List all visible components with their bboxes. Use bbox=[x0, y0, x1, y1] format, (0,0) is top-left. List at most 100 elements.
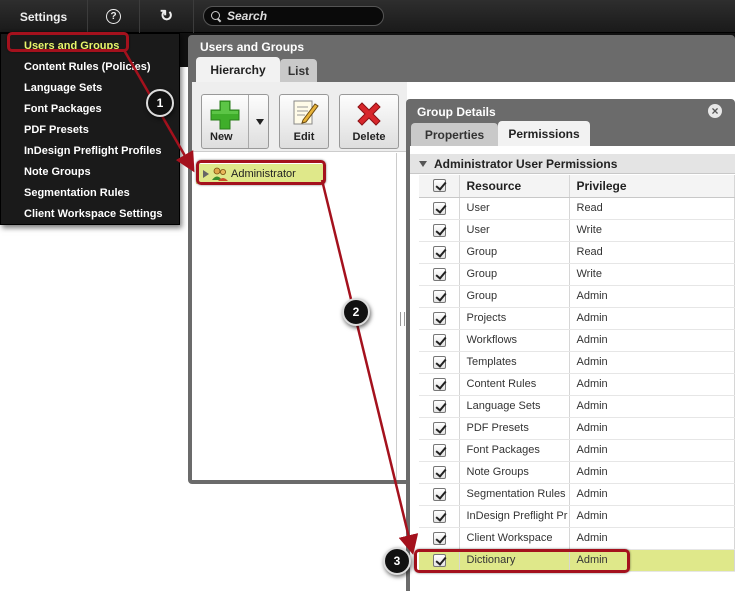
settings-menu-button[interactable]: Settings bbox=[0, 0, 88, 33]
table-row[interactable]: Client Workspace Admin bbox=[419, 527, 735, 550]
table-row[interactable]: Group Write bbox=[419, 263, 735, 286]
table-row[interactable]: Language Sets Admin bbox=[419, 395, 735, 418]
row-checkbox-cell[interactable] bbox=[419, 483, 460, 506]
resource-cell: Note Groups bbox=[459, 461, 570, 484]
menu-item-indesign-preflight-profiles[interactable]: InDesign Preflight Profiles bbox=[1, 141, 179, 162]
delete-button-label: Delete bbox=[352, 131, 386, 143]
row-checkbox-cell[interactable] bbox=[419, 285, 460, 308]
collapse-triangle-icon[interactable] bbox=[419, 160, 427, 167]
privilege-cell: Admin bbox=[569, 351, 735, 374]
search-input[interactable] bbox=[227, 9, 377, 23]
chevron-down-icon[interactable] bbox=[256, 119, 264, 125]
select-all-checkbox-cell[interactable] bbox=[419, 175, 460, 198]
row-checkbox[interactable] bbox=[433, 443, 446, 457]
resource-cell: Templates bbox=[459, 351, 570, 374]
row-checkbox[interactable] bbox=[433, 399, 446, 413]
annotation-badge-2: 2 bbox=[342, 298, 370, 326]
delete-button[interactable]: Delete bbox=[339, 94, 399, 149]
privilege-cell: Admin bbox=[569, 527, 735, 550]
tab-hierarchy[interactable]: Hierarchy bbox=[196, 57, 280, 82]
row-checkbox[interactable] bbox=[433, 201, 446, 215]
new-button[interactable]: New bbox=[201, 94, 269, 149]
row-checkbox-cell[interactable] bbox=[419, 373, 460, 396]
row-checkbox-cell[interactable] bbox=[419, 527, 460, 550]
row-checkbox-cell[interactable] bbox=[419, 505, 460, 528]
refresh-button[interactable]: ↻ bbox=[140, 0, 194, 33]
row-checkbox-cell[interactable] bbox=[419, 197, 460, 220]
menu-item-pdf-presets[interactable]: PDF Presets bbox=[1, 120, 179, 141]
tab-list[interactable]: List bbox=[280, 59, 317, 82]
search-box[interactable] bbox=[203, 6, 384, 26]
select-all-checkbox[interactable] bbox=[433, 179, 446, 193]
row-checkbox[interactable] bbox=[433, 289, 446, 303]
row-checkbox[interactable] bbox=[433, 267, 446, 281]
privilege-cell: Admin bbox=[569, 395, 735, 418]
column-header-privilege[interactable]: Privilege bbox=[569, 175, 735, 198]
row-checkbox[interactable] bbox=[433, 421, 446, 435]
resource-cell: Content Rules bbox=[459, 373, 570, 396]
row-checkbox[interactable] bbox=[433, 355, 446, 369]
resource-cell: Language Sets bbox=[459, 395, 570, 418]
table-row[interactable]: Segmentation Rules Admin bbox=[419, 483, 735, 506]
resource-cell: Group bbox=[459, 241, 570, 264]
row-checkbox[interactable] bbox=[433, 311, 446, 325]
row-checkbox-cell[interactable] bbox=[419, 219, 460, 242]
row-checkbox-cell[interactable] bbox=[419, 307, 460, 330]
row-checkbox[interactable] bbox=[433, 377, 446, 391]
column-header-resource[interactable]: Resource bbox=[459, 175, 570, 198]
row-checkbox[interactable] bbox=[433, 531, 446, 545]
table-row[interactable]: User Read bbox=[419, 197, 735, 220]
row-checkbox-cell[interactable] bbox=[419, 461, 460, 484]
table-row[interactable]: InDesign Preflight Pr Admin bbox=[419, 505, 735, 528]
edit-button[interactable]: Edit bbox=[279, 94, 329, 149]
annotation-highlight-administrator bbox=[196, 160, 326, 185]
row-checkbox-cell[interactable] bbox=[419, 439, 460, 462]
row-checkbox-cell[interactable] bbox=[419, 417, 460, 440]
table-row[interactable]: User Write bbox=[419, 219, 735, 242]
row-checkbox-cell[interactable] bbox=[419, 329, 460, 352]
new-button-label: New bbox=[210, 131, 233, 143]
row-checkbox-cell[interactable] bbox=[419, 395, 460, 418]
row-checkbox[interactable] bbox=[433, 465, 446, 479]
table-row[interactable]: Content Rules Admin bbox=[419, 373, 735, 396]
permissions-panel: Administrator User Permissions Resource … bbox=[410, 146, 735, 591]
tab-properties[interactable]: Properties bbox=[411, 123, 498, 146]
table-row[interactable]: Group Admin bbox=[419, 285, 735, 308]
group-details-title: Group Details bbox=[417, 105, 496, 119]
row-checkbox[interactable] bbox=[433, 223, 446, 237]
table-row[interactable]: Templates Admin bbox=[419, 351, 735, 374]
resource-cell: Font Packages bbox=[459, 439, 570, 462]
help-icon: ? bbox=[106, 9, 121, 24]
new-split-divider bbox=[248, 95, 249, 148]
row-checkbox-cell[interactable] bbox=[419, 241, 460, 264]
tab-permissions[interactable]: Permissions bbox=[498, 121, 590, 146]
table-row[interactable]: Font Packages Admin bbox=[419, 439, 735, 462]
row-checkbox[interactable] bbox=[433, 333, 446, 347]
resource-cell: Group bbox=[459, 263, 570, 286]
privilege-cell: Admin bbox=[569, 307, 735, 330]
row-checkbox-cell[interactable] bbox=[419, 351, 460, 374]
resource-cell: Projects bbox=[459, 307, 570, 330]
table-row[interactable]: Group Read bbox=[419, 241, 735, 264]
privilege-cell: Admin bbox=[569, 483, 735, 506]
search-icon bbox=[211, 10, 222, 22]
privilege-cell: Admin bbox=[569, 461, 735, 484]
row-checkbox[interactable] bbox=[433, 487, 446, 501]
row-checkbox-cell[interactable] bbox=[419, 263, 460, 286]
table-row[interactable]: Note Groups Admin bbox=[419, 461, 735, 484]
help-button[interactable]: ? bbox=[88, 0, 140, 33]
plus-icon bbox=[210, 100, 240, 130]
privilege-cell: Read bbox=[569, 241, 735, 264]
table-row[interactable]: Workflows Admin bbox=[419, 329, 735, 352]
permissions-section-header[interactable]: Administrator User Permissions bbox=[410, 154, 735, 174]
table-row[interactable]: PDF Presets Admin bbox=[419, 417, 735, 440]
table-row[interactable]: Projects Admin bbox=[419, 307, 735, 330]
menu-item-segmentation-rules[interactable]: Segmentation Rules bbox=[1, 183, 179, 204]
menu-item-client-workspace-settings[interactable]: Client Workspace Settings bbox=[1, 204, 179, 225]
row-checkbox[interactable] bbox=[433, 245, 446, 259]
splitter-handle[interactable] bbox=[400, 312, 405, 326]
menu-item-content-rules-policies[interactable]: Content Rules (Policies) bbox=[1, 57, 179, 78]
row-checkbox[interactable] bbox=[433, 509, 446, 523]
close-icon[interactable]: × bbox=[708, 104, 722, 118]
menu-item-note-groups[interactable]: Note Groups bbox=[1, 162, 179, 183]
